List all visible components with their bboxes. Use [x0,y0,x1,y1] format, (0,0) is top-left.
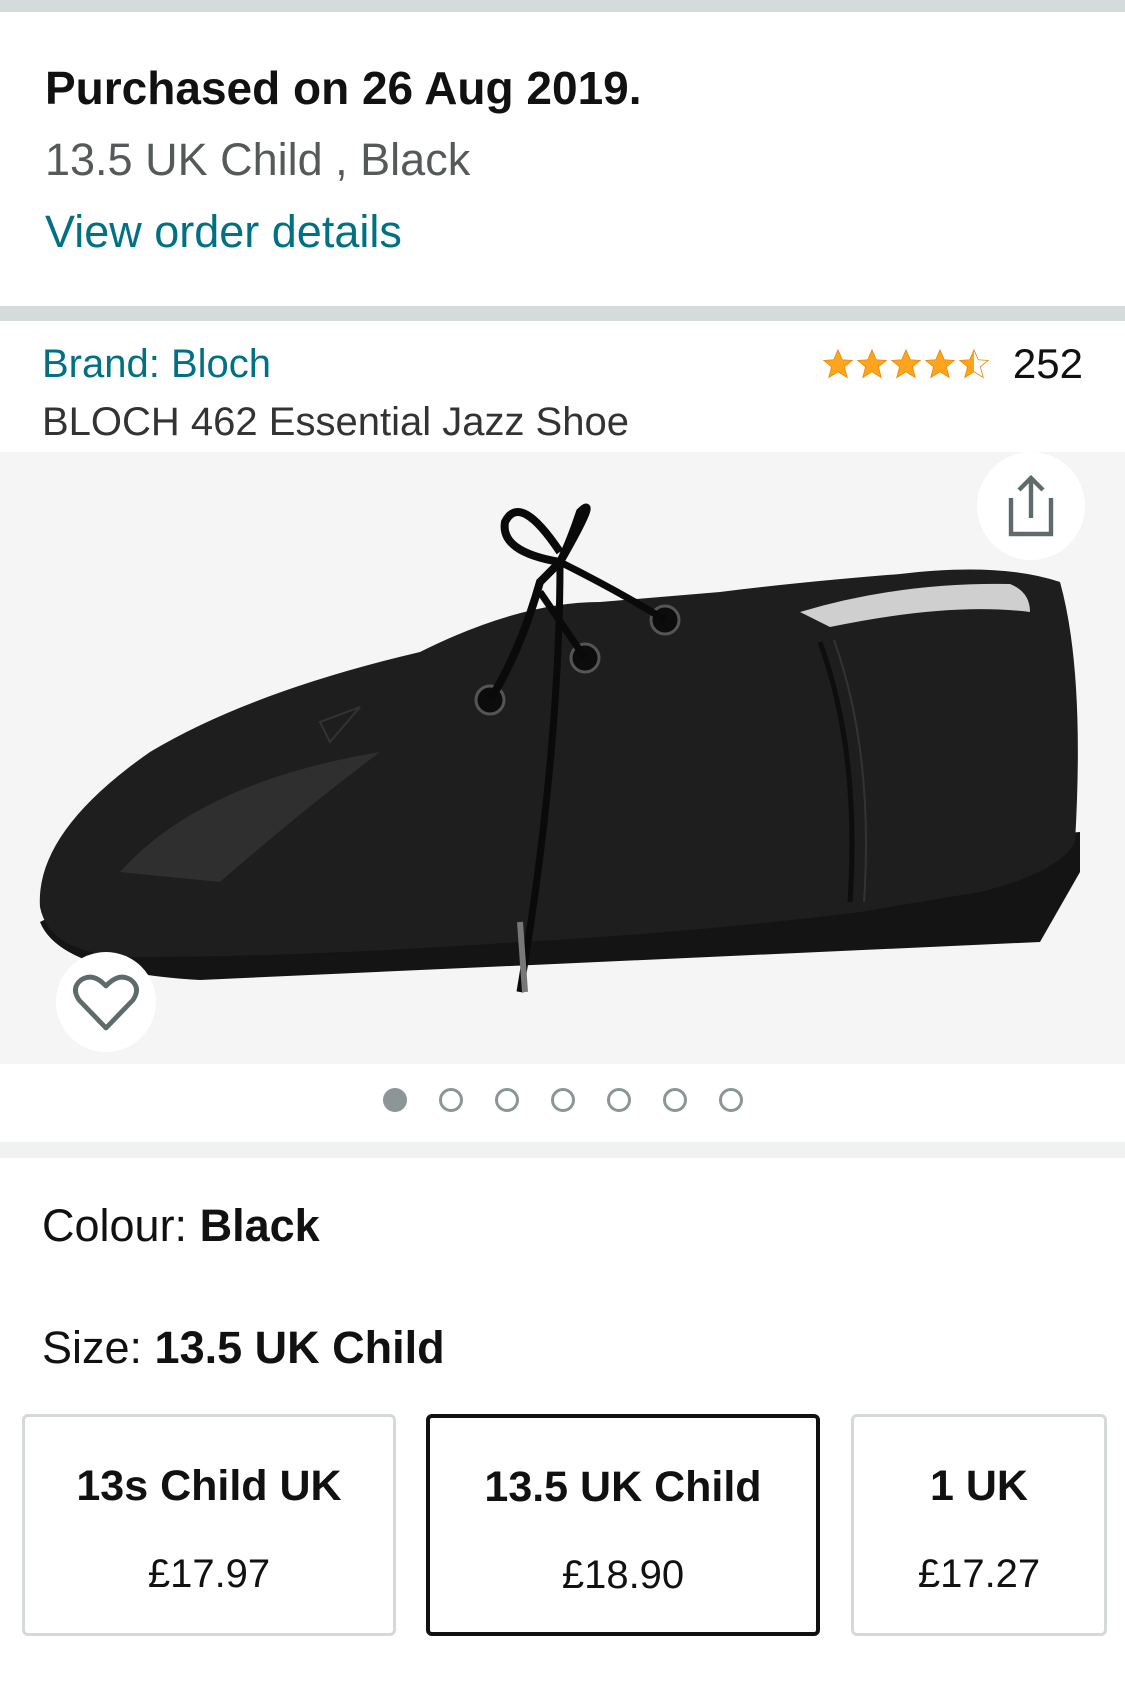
pagination-dot[interactable] [438,1088,463,1112]
product-image-carousel[interactable] [0,452,1125,1064]
rating-count: 252 [1012,340,1083,387]
pagination-dot[interactable] [718,1088,743,1112]
brand-link[interactable]: Brand: Bloch [42,340,271,388]
star-icon [890,348,922,379]
colour-label: Colour: [42,1200,200,1251]
size-label: Size: [42,1322,155,1373]
rating-summary[interactable]: 252 [821,340,1083,388]
size-option-name: 1 UK [930,1462,1028,1510]
size-option-13s-child-uk[interactable]: 13s Child UK £17.97 [22,1414,396,1636]
image-pagination-dots [0,1088,1125,1112]
size-value: 13.5 UK Child [154,1322,445,1373]
pagination-dot[interactable] [550,1088,575,1112]
pagination-dot[interactable] [382,1088,407,1112]
size-option-price: £17.27 [917,1552,1041,1596]
size-selection: Size: 13.5 UK Child [42,1322,445,1374]
purchase-info: Purchased on 26 Aug 2019. 13.5 UK Child … [45,62,642,258]
colour-value: Black [199,1200,320,1251]
star-icon [924,348,956,379]
star-icon [822,348,854,379]
add-to-wishlist-button[interactable] [56,952,156,1052]
view-order-details-link[interactable]: View order details [45,206,642,258]
product-title: BLOCH 462 Essential Jazz Shoe [42,400,629,444]
share-icon [1008,474,1054,537]
colour-selection: Colour: Black [42,1200,320,1252]
pagination-dot[interactable] [662,1088,687,1112]
star-icon [856,348,888,379]
pagination-dot[interactable] [494,1088,519,1112]
heart-icon [73,974,139,1031]
size-option-price: £17.97 [147,1552,271,1596]
half-star-icon [958,348,990,379]
purchase-date: Purchased on 26 Aug 2019. [45,62,642,114]
size-option-name: 13s Child UK [76,1462,342,1510]
product-image [39,503,1080,993]
section-divider [0,306,1125,321]
rating-stars [821,347,991,381]
section-divider [0,0,1125,12]
section-divider [0,1142,1125,1158]
purchase-variant: 13.5 UK Child , Black [45,134,471,185]
share-button[interactable] [977,452,1085,560]
size-option-1-uk[interactable]: 1 UK £17.27 [851,1414,1107,1636]
size-option-price: £18.90 [561,1553,685,1597]
size-option-13-5-uk-child[interactable]: 13.5 UK Child £18.90 [426,1414,820,1636]
size-option-name: 13.5 UK Child [484,1463,762,1511]
pagination-dot[interactable] [606,1088,631,1112]
